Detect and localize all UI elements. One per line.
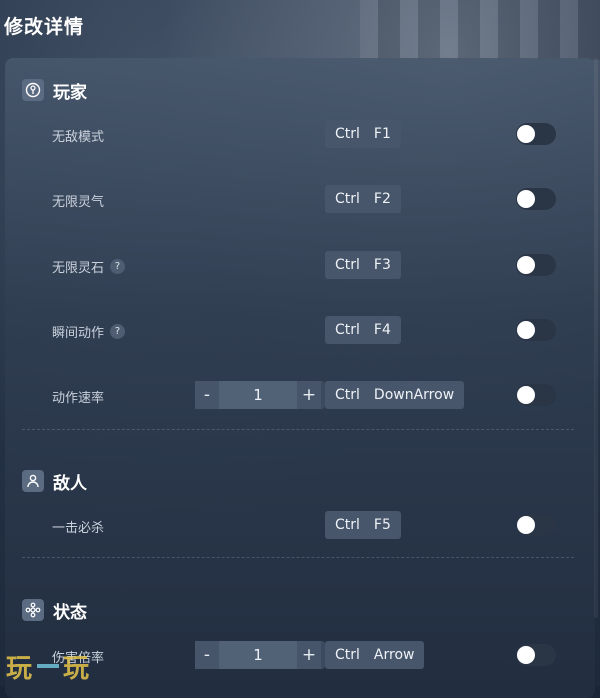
- toggle-switch[interactable]: [516, 319, 556, 341]
- toggle-knob: [517, 516, 535, 534]
- hotkey-button[interactable]: Ctrl DownArrow: [325, 381, 465, 409]
- toggle-knob: [517, 190, 535, 208]
- toggle-knob: [517, 321, 535, 339]
- cheat-panel: [5, 58, 595, 698]
- section-title: 玩家: [53, 82, 87, 103]
- section-title: 敌人: [53, 473, 87, 494]
- toggle-switch[interactable]: [516, 254, 556, 276]
- toggle-knob: [517, 256, 535, 274]
- stepper-value[interactable]: 1: [219, 381, 297, 409]
- cheat-label: 无敌模式: [52, 130, 105, 145]
- cheat-label: 无限灵石?: [52, 257, 126, 276]
- decrement-button[interactable]: -: [195, 381, 219, 409]
- watermark-logo: 玩玩: [6, 654, 91, 684]
- page-title: 修改详情: [4, 16, 85, 38]
- enemy-icon: [22, 470, 44, 492]
- toggle-knob: [517, 386, 535, 404]
- help-icon[interactable]: ?: [110, 259, 126, 274]
- value-stepper: - 1 +: [195, 381, 325, 409]
- toggle-knob: [517, 125, 535, 143]
- hotkey-button[interactable]: Ctrl F1: [325, 120, 401, 148]
- hotkey-button[interactable]: Ctrl F2: [325, 185, 401, 213]
- cheat-row-invincible: 无敌模式 Ctrl F1: [0, 120, 600, 150]
- cheat-label: 瞬间动作?: [52, 322, 126, 341]
- hotkey-button[interactable]: Ctrl Arrow: [325, 641, 425, 669]
- section-status-header: 状态: [22, 597, 87, 623]
- cheat-row-instant-action: 瞬间动作? Ctrl F4: [0, 316, 600, 346]
- cheat-row-infinite-stones: 无限灵石? Ctrl F3: [0, 251, 600, 281]
- cheat-label: 无限灵气: [52, 195, 105, 210]
- increment-button[interactable]: +: [297, 381, 321, 409]
- cheat-label: 动作速率: [52, 391, 105, 406]
- section-divider: [22, 429, 574, 430]
- section-player-header: 玩家: [22, 77, 87, 103]
- status-icon: [22, 599, 44, 621]
- toggle-switch[interactable]: [516, 188, 556, 210]
- cheat-row-action-speed: 动作速率 - 1 + Ctrl DownArrow: [0, 381, 600, 411]
- section-enemy-header: 敌人: [22, 468, 87, 494]
- cheat-row-one-hit-kill: 一击必杀 Ctrl F5: [0, 511, 600, 541]
- cheat-row-infinite-aura: 无限灵气 Ctrl F2: [0, 185, 600, 215]
- hotkey-button[interactable]: Ctrl F5: [325, 511, 401, 539]
- background-art: [360, 0, 600, 60]
- toggle-knob: [517, 646, 535, 664]
- toggle-switch[interactable]: [516, 644, 556, 666]
- increment-button[interactable]: +: [297, 641, 321, 669]
- section-divider: [22, 557, 574, 558]
- hotkey-button[interactable]: Ctrl F4: [325, 316, 401, 344]
- toggle-switch[interactable]: [516, 384, 556, 406]
- value-stepper: - 1 +: [195, 641, 325, 669]
- stepper-value[interactable]: 1: [219, 641, 297, 669]
- toggle-switch[interactable]: [516, 514, 556, 536]
- section-title: 状态: [53, 602, 87, 623]
- toggle-switch[interactable]: [516, 123, 556, 145]
- hotkey-button[interactable]: Ctrl F3: [325, 251, 401, 279]
- player-icon: [22, 79, 44, 101]
- decrement-button[interactable]: -: [195, 641, 219, 669]
- cheat-label: 一击必杀: [52, 521, 105, 536]
- help-icon[interactable]: ?: [110, 324, 126, 339]
